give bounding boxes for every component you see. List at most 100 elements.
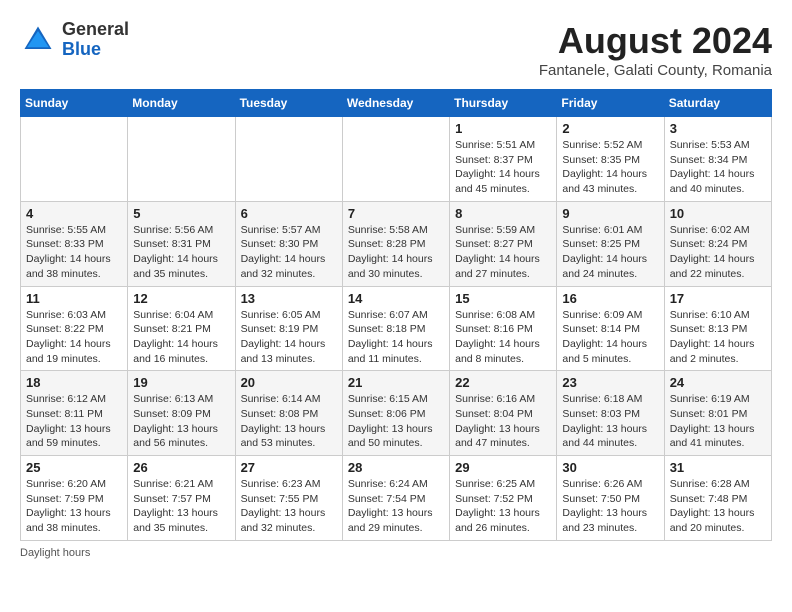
- logo-text: General Blue: [62, 20, 129, 60]
- calendar-cell: 26 Sunrise: 6:21 AMSunset: 7:57 PMDayligh…: [128, 456, 235, 541]
- day-number: 19: [133, 375, 229, 390]
- day-info: Sunrise: 6:15 AMSunset: 8:06 PMDaylight:…: [348, 392, 444, 451]
- day-info: Sunrise: 6:20 AMSunset: 7:59 PMDaylight:…: [26, 477, 122, 536]
- calendar-week-row: 4Sunrise: 5:55 AMSunset: 8:33 PMDaylight…: [21, 201, 772, 286]
- day-number: 13: [241, 291, 337, 306]
- day-number: 26: [133, 460, 229, 475]
- day-info: Sunrise: 5:59 AMSunset: 8:27 PMDaylight:…: [455, 223, 551, 282]
- page-header: General Blue August 2024 Fantanele, Gala…: [20, 20, 772, 79]
- day-info: Sunrise: 6:16 AMSunset: 8:04 PMDaylight:…: [455, 392, 551, 451]
- calendar-cell: [21, 117, 128, 202]
- day-number: 30: [562, 460, 658, 475]
- calendar-cell: [342, 117, 449, 202]
- calendar-week-row: 1 Sunrise: 5:51 AMSunset: 8:37 PMDaylight…: [21, 117, 772, 202]
- day-info: Sunrise: 6:14 AMSunset: 8:08 PMDaylight:…: [241, 392, 337, 451]
- day-info: Sunrise: 6:25 AMSunset: 7:52 PMDaylight:…: [455, 477, 551, 536]
- calendar-cell: 8 Sunrise: 5:59 AMSunset: 8:27 PMDaylight…: [450, 201, 557, 286]
- day-number: 29: [455, 460, 551, 475]
- location: Fantanele, Galati County, Romania: [539, 62, 772, 79]
- day-info: Sunrise: 6:09 AMSunset: 8:14 PMDaylight:…: [562, 308, 658, 367]
- calendar-cell: 12 Sunrise: 6:04 AMSunset: 8:21 PMDayligh…: [128, 286, 235, 371]
- day-info: Sunrise: 6:23 AMSunset: 7:55 PMDaylight:…: [241, 477, 337, 536]
- day-number: 22: [455, 375, 551, 390]
- calendar-cell: 19 Sunrise: 6:13 AMSunset: 8:09 PMDayligh…: [128, 371, 235, 456]
- day-number: 4: [26, 206, 122, 221]
- day-of-week-header: Thursday: [450, 90, 557, 117]
- calendar-cell: 20 Sunrise: 6:14 AMSunset: 8:08 PMDayligh…: [235, 371, 342, 456]
- calendar-week-row: 18 Sunrise: 6:12 AMSunset: 8:11 PMDayligh…: [21, 371, 772, 456]
- day-number: 27: [241, 460, 337, 475]
- day-number: 8: [455, 206, 551, 221]
- day-info: Sunrise: 6:10 AMSunset: 8:13 PMDaylight:…: [670, 308, 766, 367]
- day-info: Sunrise: 5:53 AMSunset: 8:34 PMDaylight:…: [670, 138, 766, 197]
- calendar-cell: 14Sunrise: 6:07 AMSunset: 8:18 PMDayligh…: [342, 286, 449, 371]
- day-number: 3: [670, 121, 766, 136]
- day-info: Sunrise: 5:51 AMSunset: 8:37 PMDaylight:…: [455, 138, 551, 197]
- day-number: 10: [670, 206, 766, 221]
- day-of-week-header: Wednesday: [342, 90, 449, 117]
- day-number: 14: [348, 291, 444, 306]
- calendar-cell: 6Sunrise: 5:57 AMSunset: 8:30 PMDaylight…: [235, 201, 342, 286]
- calendar-cell: 23 Sunrise: 6:18 AMSunset: 8:03 PMDayligh…: [557, 371, 664, 456]
- day-number: 5: [133, 206, 229, 221]
- calendar-cell: 25 Sunrise: 6:20 AMSunset: 7:59 PMDayligh…: [21, 456, 128, 541]
- day-info: Sunrise: 6:21 AMSunset: 7:57 PMDaylight:…: [133, 477, 229, 536]
- calendar-cell: 15Sunrise: 6:08 AMSunset: 8:16 PMDayligh…: [450, 286, 557, 371]
- calendar-cell: 2 Sunrise: 5:52 AMSunset: 8:35 PMDaylight…: [557, 117, 664, 202]
- day-number: 17: [670, 291, 766, 306]
- day-number: 9: [562, 206, 658, 221]
- day-info: Sunrise: 6:24 AMSunset: 7:54 PMDaylight:…: [348, 477, 444, 536]
- calendar-cell: 1 Sunrise: 5:51 AMSunset: 8:37 PMDaylight…: [450, 117, 557, 202]
- daylight-label: Daylight hours: [20, 547, 90, 559]
- day-info: Sunrise: 5:52 AMSunset: 8:35 PMDaylight:…: [562, 138, 658, 197]
- calendar-cell: 13 Sunrise: 6:05 AMSunset: 8:19 PMDayligh…: [235, 286, 342, 371]
- logo-blue: Blue: [62, 40, 129, 60]
- day-info: Sunrise: 6:18 AMSunset: 8:03 PMDaylight:…: [562, 392, 658, 451]
- calendar-header-row: SundayMondayTuesdayWednesdayThursdayFrid…: [21, 90, 772, 117]
- calendar-cell: [128, 117, 235, 202]
- calendar-cell: 7 Sunrise: 5:58 AMSunset: 8:28 PMDaylight…: [342, 201, 449, 286]
- calendar-cell: 24 Sunrise: 6:19 AMSunset: 8:01 PMDayligh…: [664, 371, 771, 456]
- day-of-week-header: Tuesday: [235, 90, 342, 117]
- day-info: Sunrise: 6:19 AMSunset: 8:01 PMDaylight:…: [670, 392, 766, 451]
- day-info: Sunrise: 6:05 AMSunset: 8:19 PMDaylight:…: [241, 308, 337, 367]
- day-number: 12: [133, 291, 229, 306]
- calendar-cell: 27 Sunrise: 6:23 AMSunset: 7:55 PMDayligh…: [235, 456, 342, 541]
- calendar-cell: [235, 117, 342, 202]
- day-number: 1: [455, 121, 551, 136]
- day-info: Sunrise: 6:01 AMSunset: 8:25 PMDaylight:…: [562, 223, 658, 282]
- day-number: 18: [26, 375, 122, 390]
- day-info: Sunrise: 6:04 AMSunset: 8:21 PMDaylight:…: [133, 308, 229, 367]
- day-number: 20: [241, 375, 337, 390]
- logo: General Blue: [20, 20, 129, 60]
- month-year: August 2024: [539, 20, 772, 62]
- calendar-cell: 9 Sunrise: 6:01 AMSunset: 8:25 PMDaylight…: [557, 201, 664, 286]
- calendar-cell: 16 Sunrise: 6:09 AMSunset: 8:14 PMDayligh…: [557, 286, 664, 371]
- day-of-week-header: Sunday: [21, 90, 128, 117]
- day-info: Sunrise: 6:02 AMSunset: 8:24 PMDaylight:…: [670, 223, 766, 282]
- day-of-week-header: Friday: [557, 90, 664, 117]
- day-number: 16: [562, 291, 658, 306]
- calendar-week-row: 25 Sunrise: 6:20 AMSunset: 7:59 PMDayligh…: [21, 456, 772, 541]
- day-of-week-header: Monday: [128, 90, 235, 117]
- day-info: Sunrise: 6:03 AMSunset: 8:22 PMDaylight:…: [26, 308, 122, 367]
- day-info: Sunrise: 6:08 AMSunset: 8:16 PMDaylight:…: [455, 308, 551, 367]
- day-info: Sunrise: 6:12 AMSunset: 8:11 PMDaylight:…: [26, 392, 122, 451]
- day-info: Sunrise: 6:26 AMSunset: 7:50 PMDaylight:…: [562, 477, 658, 536]
- day-number: 7: [348, 206, 444, 221]
- day-number: 2: [562, 121, 658, 136]
- footer-note: Daylight hours: [20, 547, 772, 559]
- calendar-cell: 3 Sunrise: 5:53 AMSunset: 8:34 PMDaylight…: [664, 117, 771, 202]
- day-number: 6: [241, 206, 337, 221]
- calendar-cell: 5Sunrise: 5:56 AMSunset: 8:31 PMDaylight…: [128, 201, 235, 286]
- day-info: Sunrise: 6:13 AMSunset: 8:09 PMDaylight:…: [133, 392, 229, 451]
- day-number: 24: [670, 375, 766, 390]
- day-number: 25: [26, 460, 122, 475]
- title-area: August 2024 Fantanele, Galati County, Ro…: [539, 20, 772, 79]
- day-info: Sunrise: 6:28 AMSunset: 7:48 PMDaylight:…: [670, 477, 766, 536]
- calendar-cell: 21Sunrise: 6:15 AMSunset: 8:06 PMDayligh…: [342, 371, 449, 456]
- calendar-cell: 10 Sunrise: 6:02 AMSunset: 8:24 PMDayligh…: [664, 201, 771, 286]
- day-number: 23: [562, 375, 658, 390]
- day-info: Sunrise: 5:58 AMSunset: 8:28 PMDaylight:…: [348, 223, 444, 282]
- calendar-cell: 4Sunrise: 5:55 AMSunset: 8:33 PMDaylight…: [21, 201, 128, 286]
